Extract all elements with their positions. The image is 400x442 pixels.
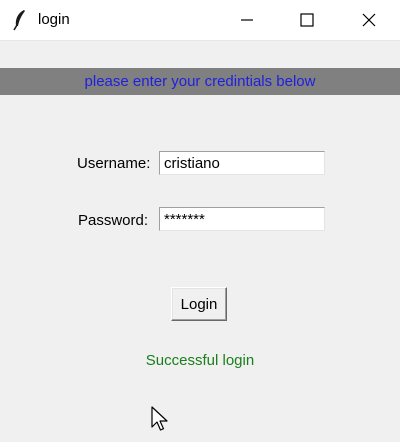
instruction-banner: please enter your credintials below <box>0 68 400 95</box>
close-button[interactable] <box>346 0 392 40</box>
status-message: Successful login <box>145 352 255 369</box>
close-icon <box>362 13 376 27</box>
mouse-pointer-icon <box>151 406 168 431</box>
maximize-button[interactable] <box>284 0 330 40</box>
window-title-bar[interactable]: login <box>0 0 400 41</box>
instruction-text: please enter your credintials below <box>84 73 316 90</box>
login-button[interactable]: Login <box>171 287 227 321</box>
password-input[interactable] <box>159 207 325 231</box>
username-label: Username: <box>77 155 151 172</box>
username-input[interactable] <box>159 151 325 175</box>
minimize-button[interactable] <box>224 0 270 40</box>
password-label: Password: <box>78 212 149 229</box>
maximize-icon <box>300 13 314 27</box>
feather-icon <box>13 10 25 31</box>
minimize-icon <box>241 19 253 21</box>
window-title: login <box>38 11 70 28</box>
